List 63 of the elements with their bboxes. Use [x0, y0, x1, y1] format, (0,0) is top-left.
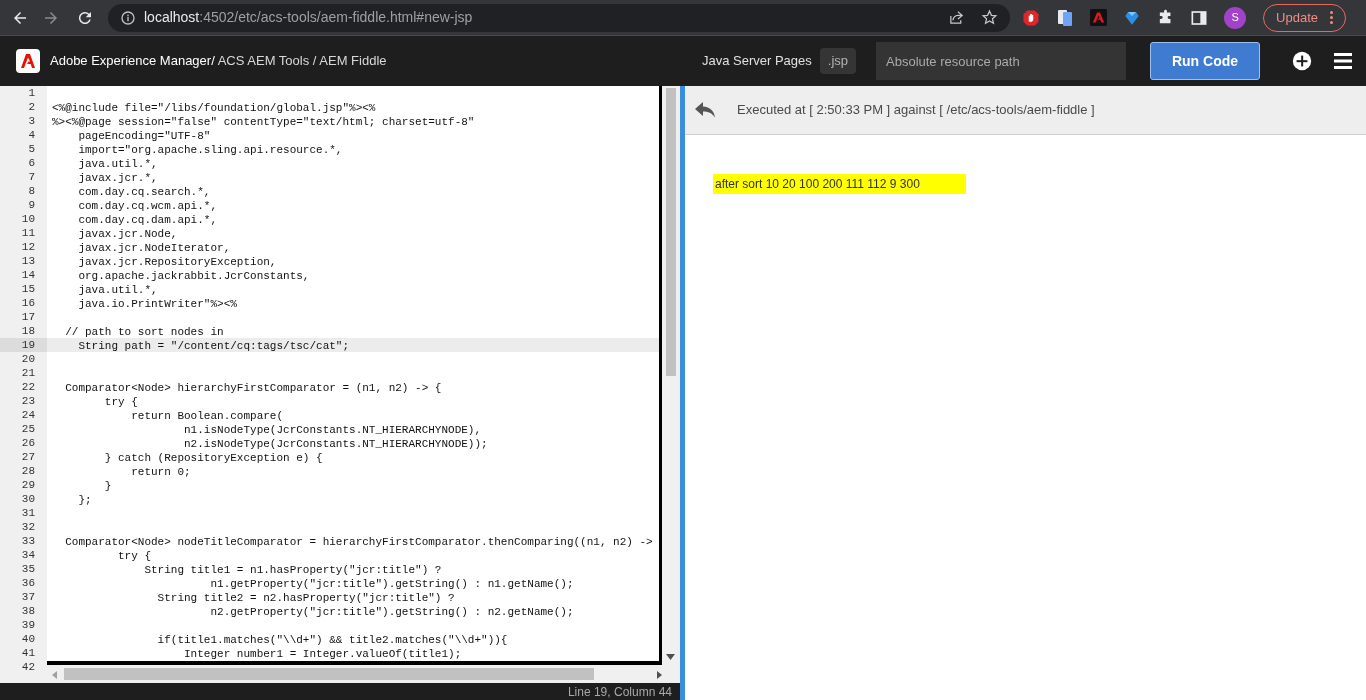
- code-line: java.util.*,: [77, 284, 158, 296]
- share-icon[interactable]: [948, 9, 966, 26]
- code-line: import="org.apache.sling.api.resource.*,: [77, 144, 343, 156]
- address-bar[interactable]: localhost:4502/etc/acs-tools/aem-fiddle.html#new-jsp: [108, 3, 1011, 32]
- side-panel-icon[interactable]: [1191, 9, 1208, 26]
- code-line: try {: [103, 396, 138, 408]
- resource-path-field[interactable]: Absolute resource path: [876, 42, 1126, 80]
- execution-info: Executed at [ 2:50:33 PM ] against [ /etc/acs-tools/aem-fiddle ]: [737, 101, 1095, 120]
- language-label: Java Server Pages: [701, 52, 812, 71]
- url-text: localhost:4502/etc/acs-tools/aem-fiddle.html#new-jsp: [144, 8, 473, 27]
- code-line: Comparator<Node> hierarchyFirstComparator = (n1, n2) -> {: [64, 382, 442, 394]
- code-line: n2.isNodeType(JcrConstants.NT_HIERARCHYNODE));: [183, 438, 488, 450]
- line-number: 19: [0, 338, 47, 352]
- code-line: com.day.cq.dam.api.*,: [77, 214, 218, 226]
- code-line: java.util.*,: [77, 158, 158, 170]
- code-line: Integer number1 = Integer.valueOf(title1);: [183, 648, 462, 660]
- extension-badge: .jsp: [819, 48, 856, 74]
- gem-icon[interactable]: [1124, 9, 1141, 26]
- hand-icon[interactable]: [1022, 8, 1041, 27]
- star-icon[interactable]: [981, 9, 999, 26]
- code-line: com.day.cq.wcm.api.*,: [77, 200, 218, 212]
- code-line: } catch (RepositoryException e) {: [103, 452, 323, 464]
- scroll-down-icon[interactable]: [666, 654, 675, 660]
- code-line: return 0;: [130, 466, 191, 478]
- cursor-position: Line 19, Column 44: [567, 683, 672, 700]
- code-line: n1.getProperty("jcr:title").getString() : n1.getName();: [209, 578, 574, 590]
- adobe-logo-icon[interactable]: [1090, 9, 1108, 26]
- code-line: if(title1.matches("\\d+") && title2.matches("\\d+")){: [156, 634, 508, 646]
- code-line: javax.jcr.*,: [77, 172, 158, 184]
- code-line: org.apache.jackrabbit.JcrConstants,: [77, 270, 310, 282]
- add-icon[interactable]: [1292, 51, 1312, 71]
- code-line: String path = "/content/cq:tags/tsc/cat";: [77, 340, 350, 352]
- info-icon[interactable]: [120, 9, 136, 26]
- output-text: after sort 10 20 100 200 111 112 9 300: [713, 174, 966, 194]
- code-line: }: [103, 480, 112, 492]
- scrollbar-thumb[interactable]: [64, 668, 594, 680]
- scroll-right-icon[interactable]: [657, 671, 662, 679]
- run-code-button[interactable]: Run Code: [1150, 42, 1260, 80]
- code-line: java.io.PrintWriter"%><%: [77, 298, 237, 310]
- code-line: <%@include file="/libs/foundation/global.jsp"%><%: [52, 102, 376, 114]
- code-line: javax.jcr.NodeIterator,: [77, 242, 231, 254]
- code-line: Comparator<Node> nodeTitleComparator = hierarchyFirstComparator.thenComparing((n1, n2) ->: [64, 536, 653, 548]
- code-line: String title2 = n2.hasProperty("jcr:title") ?: [156, 592, 455, 604]
- code-line: n2.getProperty("jcr:title").getString() : n2.getName();: [209, 606, 574, 618]
- code-line: com.day.cq.search.*,: [77, 186, 211, 198]
- adobe-logo-icon: [16, 49, 40, 73]
- more-icon[interactable]: [1330, 11, 1333, 24]
- profile-avatar[interactable]: S: [1224, 6, 1247, 29]
- code-line: };: [77, 494, 92, 506]
- menu-icon[interactable]: [1334, 53, 1352, 69]
- code-line: pageEncoding="UTF-8": [77, 130, 211, 142]
- reply-arrow-icon[interactable]: [695, 102, 715, 118]
- code-line: %><%@page session="false" contentType="text/html; charset=utf-8": [52, 116, 475, 128]
- code-line: return Boolean.compare(: [130, 410, 284, 422]
- code-line: n1.isNodeType(JcrConstants.NT_HIERARCHYNODE),: [183, 424, 482, 436]
- code-line: String title1 = n1.hasProperty("jcr:title") ?: [143, 564, 442, 576]
- app-title: Adobe Experience Manager/ ACS AEM Tools / AEM Fiddle: [50, 52, 387, 71]
- code-line: // path to sort nodes in: [64, 326, 224, 338]
- code-line: javax.jcr.RepositoryException,: [77, 256, 277, 268]
- pages-icon[interactable]: [1057, 8, 1074, 27]
- code-line: javax.jcr.Node,: [77, 228, 178, 240]
- code-line: try {: [117, 550, 152, 562]
- scrollbar-thumb[interactable]: [666, 88, 676, 376]
